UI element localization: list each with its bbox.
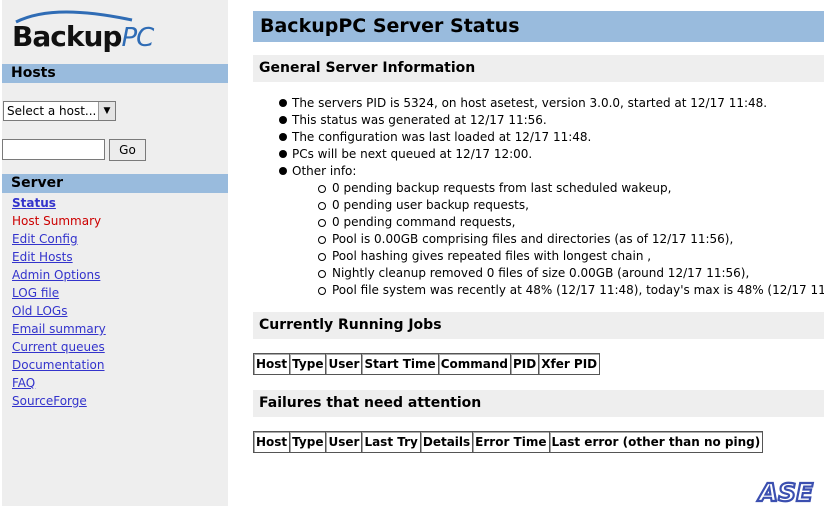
nav-link-admin-options[interactable]: Admin Options [12,268,100,282]
nav-item-sourceforge: SourceForge [12,394,106,412]
column-header: Start Time [361,353,439,375]
hosts-header: Hosts [2,64,228,83]
nav-link-edit-hosts[interactable]: Edit Hosts [12,250,73,264]
failures-title: Failures that need attention [253,390,824,417]
nav-link-log-file[interactable]: LOG file [12,286,59,300]
other-info-label: Other info: [292,164,357,178]
nav-link-status[interactable]: Status [12,196,56,210]
other-info-item: 0 pending backup requests from last sche… [292,180,824,197]
info-item-generated: This status was generated at 12/17 11:56… [278,112,824,129]
nav-item-documentation: Documentation [12,358,106,376]
other-info-list: 0 pending backup requests from last sche… [292,180,824,299]
table-header-row: Host Type User Start Time Command PID Xf… [252,353,601,375]
other-info-item: 0 pending user backup requests, [292,197,824,214]
server-header: Server [2,174,228,193]
nav-link-host-summary[interactable]: Host Summary [12,214,101,228]
other-info-item: 0 pending command requests, [292,214,824,231]
go-button[interactable]: Go [109,139,146,161]
logo-text-pc: PC [121,23,154,53]
column-header: Type [289,353,327,375]
ase-logo: ASE [756,478,815,506]
column-header: Type [289,431,327,453]
nav-link-email-summary[interactable]: Email summary [12,322,106,336]
nav-link-old-logs[interactable]: Old LOGs [12,304,67,318]
column-header: Host [252,431,291,453]
host-select-value: Select a host... [7,104,97,118]
ase-logo-text: ASE [757,478,813,506]
column-header: User [325,353,363,375]
column-header: Command [437,353,511,375]
nav-link-sourceforge[interactable]: SourceForge [12,394,87,408]
host-select[interactable]: Select a host... ▼ [3,101,116,121]
dropdown-arrow-icon[interactable]: ▼ [98,102,115,120]
other-info-item: Pool is 0.00GB comprising files and dire… [292,231,824,248]
nav-item-edit-hosts: Edit Hosts [12,250,106,268]
nav-link-current-queues[interactable]: Current queues [12,340,105,354]
nav-item-host-summary: Host Summary [12,214,106,232]
nav-item-status: Status [12,196,106,214]
server-info-list: The servers PID is 5324, on host asetest… [278,95,824,299]
logo-text-main: Backup [12,20,122,53]
nav-link-edit-config[interactable]: Edit Config [12,232,78,246]
nav-item-faq: FAQ [12,376,106,394]
nav-item-admin-options: Admin Options [12,268,106,286]
running-jobs-table: Host Type User Start Time Command PID Xf… [252,353,601,375]
nav-item-current-queues: Current queues [12,340,106,358]
failures-table: Host Type User Last Try Details Error Ti… [252,431,764,453]
host-search-input[interactable] [2,139,105,160]
info-item-pid: The servers PID is 5324, on host asetest… [278,95,824,112]
other-info-item: Pool hashing gives repeated files with l… [292,248,824,265]
nav-item-edit-config: Edit Config [12,232,106,250]
column-header: Host [252,353,291,375]
column-header: PID [509,353,540,375]
column-header: Xfer PID [538,353,601,375]
nav-item-email-summary: Email summary [12,322,106,340]
info-item-next-queued: PCs will be next queued at 12/17 12:00. [278,146,824,163]
nav-link-faq[interactable]: FAQ [12,376,35,390]
column-header: Last error (other than no ping) [548,431,764,453]
column-header: Error Time [472,431,550,453]
page-title: BackupPC Server Status [253,11,824,42]
backuppc-logo[interactable]: BackupPC [10,10,155,54]
nav-link-documentation[interactable]: Documentation [12,358,105,372]
running-jobs-title: Currently Running Jobs [253,312,824,339]
info-item-other: Other info: 0 pending backup requests fr… [278,163,824,299]
column-header: User [325,431,363,453]
info-item-config-loaded: The configuration was last loaded at 12/… [278,129,824,146]
other-info-item: Nightly cleanup removed 0 files of size … [292,265,824,282]
nav-item-old-logs: Old LOGs [12,304,106,322]
general-info-title: General Server Information [253,55,824,82]
server-nav: Status Host Summary Edit Config Edit Hos… [12,196,106,412]
column-header: Last Try [361,431,421,453]
table-header-row: Host Type User Last Try Details Error Ti… [252,431,764,453]
column-header: Details [419,431,474,453]
other-info-item: Pool file system was recently at 48% (12… [292,282,824,299]
nav-item-log-file: LOG file [12,286,106,304]
